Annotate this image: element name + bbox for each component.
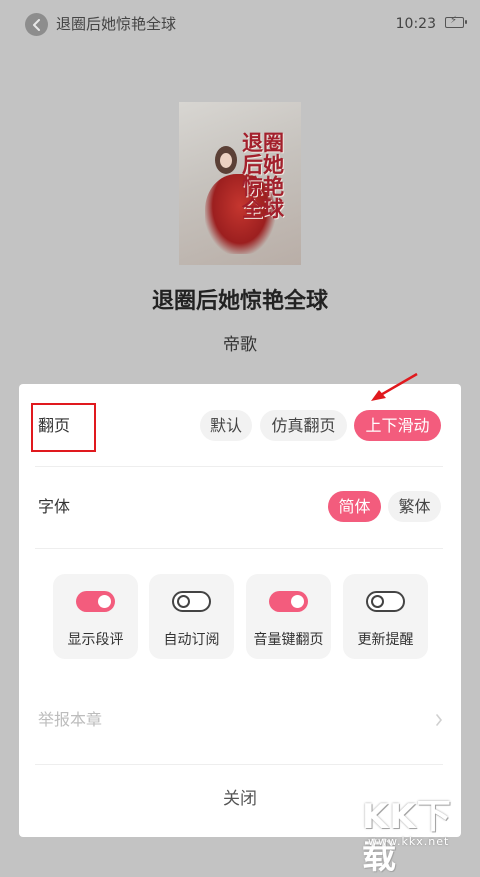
- reader-settings-panel: 翻页 默认 仿真翻页 上下滑动 字体 简体 繁体 显示段评 自动订阅 音量键翻页: [19, 372, 461, 837]
- page-turn-option-simulation[interactable]: 仿真翻页: [260, 410, 347, 441]
- toggle-knob: [98, 595, 111, 608]
- book-author: 帝歌: [223, 335, 257, 355]
- chevron-right-icon: [436, 714, 443, 726]
- divider: [35, 548, 443, 549]
- toggle-knob: [177, 595, 190, 608]
- toggle-knob: [371, 595, 384, 608]
- chapter-title: 退圈后她惊艳全球: [56, 15, 177, 33]
- watermark-url: www.kkx.net: [368, 835, 450, 848]
- back-button[interactable]: [25, 13, 48, 36]
- toggle-switch-on[interactable]: [76, 591, 115, 612]
- top-bar: 退圈后她惊艳全球 10:23 ⚡: [0, 0, 480, 50]
- cover-title: 退圈后她惊艳全球: [242, 130, 284, 221]
- cover-figure-face: [220, 153, 232, 168]
- toggle-tiles: 显示段评 自动订阅 音量键翻页 更新提醒: [53, 574, 429, 659]
- toggle-update-reminder[interactable]: 更新提醒: [343, 574, 428, 659]
- font-label: 字体: [38, 497, 71, 516]
- annotation-arrow-icon: [371, 372, 418, 401]
- toggle-label: 自动订阅: [163, 632, 220, 648]
- font-option-simplified[interactable]: 简体: [328, 491, 381, 522]
- chevron-left-icon: [32, 18, 40, 31]
- battery-charging-icon: ⚡: [445, 15, 467, 28]
- toggle-show-comments[interactable]: 显示段评: [53, 574, 138, 659]
- divider: [35, 466, 443, 467]
- toggle-switch-off[interactable]: [172, 591, 211, 612]
- book-cover[interactable]: 退圈后她惊艳全球: [179, 102, 301, 265]
- toggle-label: 更新提醒: [357, 632, 414, 648]
- toggle-knob: [291, 595, 304, 608]
- toggle-switch-on[interactable]: [269, 591, 308, 612]
- watermark-logo: KK下载 www.kkx.net: [356, 795, 476, 877]
- toggle-label: 显示段评: [67, 632, 124, 648]
- page-turn-label: 翻页: [38, 416, 71, 435]
- page-turn-option-default[interactable]: 默认: [200, 410, 252, 441]
- status-time: 10:23: [395, 16, 436, 32]
- divider: [35, 764, 443, 765]
- report-chapter-link[interactable]: 举报本章: [38, 708, 102, 732]
- toggle-switch-off[interactable]: [366, 591, 405, 612]
- toggle-volume-key-turn[interactable]: 音量键翻页: [246, 574, 331, 659]
- font-option-traditional[interactable]: 繁体: [388, 491, 441, 522]
- book-title: 退圈后她惊艳全球: [151, 289, 328, 314]
- toggle-auto-subscribe[interactable]: 自动订阅: [149, 574, 234, 659]
- page-turn-option-vertical-scroll[interactable]: 上下滑动: [354, 410, 441, 441]
- toggle-label: 音量键翻页: [253, 632, 324, 648]
